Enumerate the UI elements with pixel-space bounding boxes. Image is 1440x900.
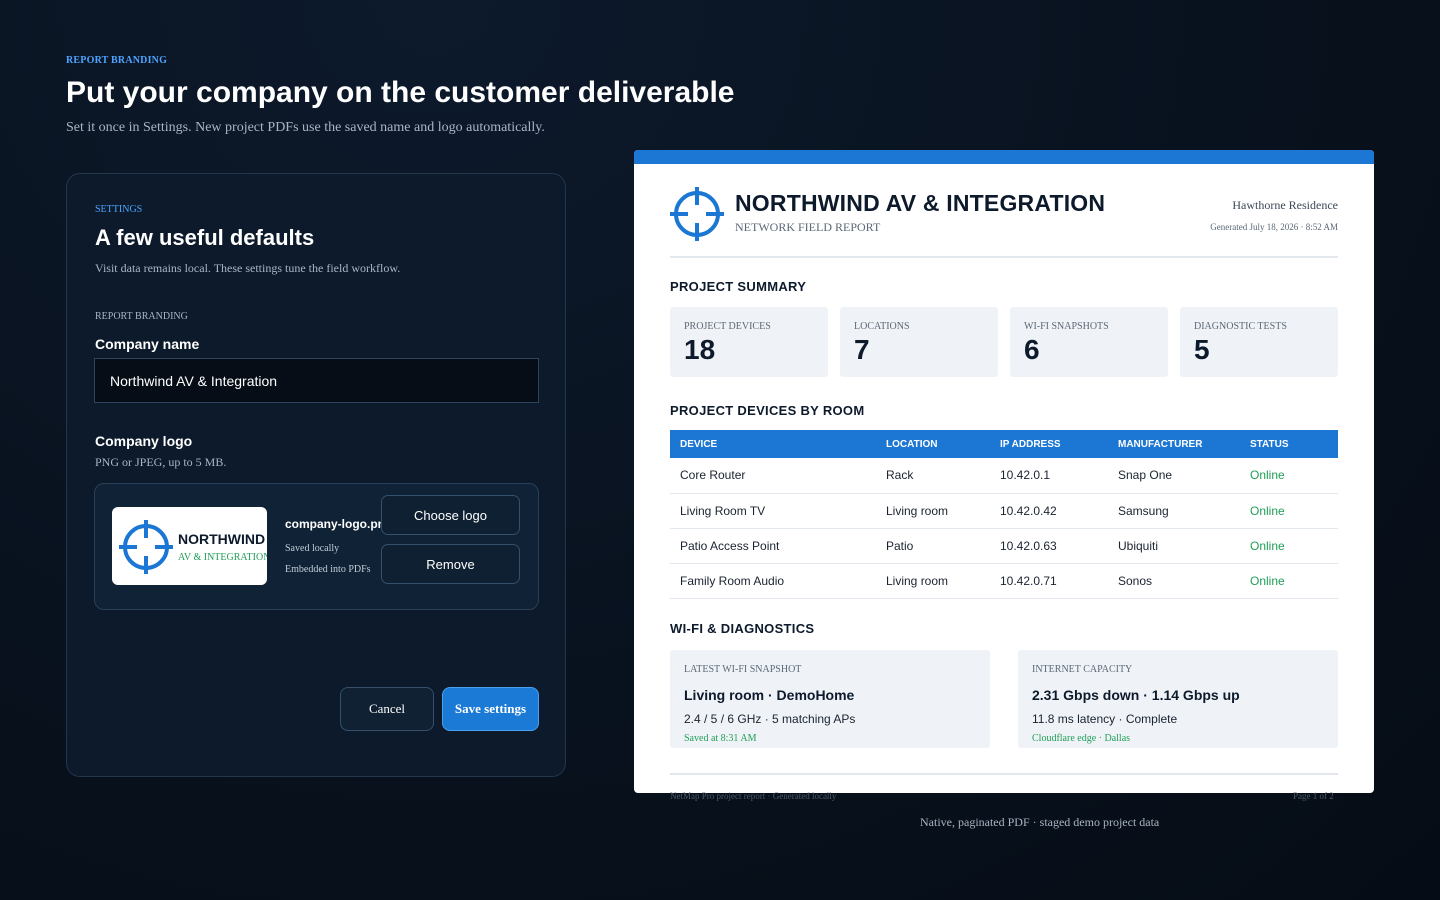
table-row: Family Room Audio Living room 10.42.0.71… — [670, 563, 1338, 599]
cell-manufacturer: Samsung — [1108, 493, 1240, 529]
settings-eyebrow: SETTINGS — [95, 204, 143, 215]
cell-device: Patio Access Point — [670, 528, 876, 564]
logo-file-name: company-logo.png — [285, 517, 381, 531]
stat-diagnostic-tests: DIAGNOSTIC TESTS 5 — [1180, 307, 1338, 377]
cell-location: Rack — [876, 458, 990, 494]
report-generated-date: Generated July 18, 2026 · 8:52 AM — [1210, 222, 1338, 232]
report-footer-right: Page 1 of 2 — [1293, 791, 1334, 801]
logo-upload-box: NORTHWIND AV & INTEGRATION company-logo.… — [94, 483, 539, 610]
project-summary-heading: PROJECT SUMMARY — [670, 279, 807, 294]
stat-value: 6 — [1024, 334, 1040, 365]
card-title: 2.31 Gbps down · 1.14 Gbps up — [1032, 687, 1240, 703]
table-row: Patio Access Point Patio 10.42.0.63 Ubiq… — [670, 528, 1338, 564]
logo-preview-tagline: AV & INTEGRATION — [178, 552, 267, 563]
stat-label: LOCATIONS — [854, 321, 910, 332]
stat-wifi-snapshots: WI-FI SNAPSHOTS 6 — [1010, 307, 1168, 377]
stat-label: DIAGNOSTIC TESTS — [1194, 321, 1287, 332]
card-meta: Saved at 8:31 AM — [684, 733, 757, 744]
report-accent-bar — [634, 150, 1374, 164]
card-meta: Cloudflare edge · Dallas — [1032, 733, 1131, 744]
logo-preview: NORTHWIND AV & INTEGRATION — [112, 507, 267, 585]
cell-location: Living room — [876, 493, 990, 529]
stat-label: WI-FI SNAPSHOTS — [1024, 321, 1109, 332]
stat-locations: LOCATIONS 7 — [840, 307, 998, 377]
card-detail: 2.4 / 5 / 6 GHz · 5 matching APs — [684, 712, 856, 726]
column-header-ip-address: IP ADDRESS — [990, 430, 1108, 458]
company-name-label: Company name — [95, 336, 200, 352]
card-label: LATEST WI-FI SNAPSHOT — [684, 664, 802, 675]
settings-title: A few useful defaults — [95, 225, 315, 250]
internet-capacity-card: INTERNET CAPACITY 2.31 Gbps down · 1.14 … — [1018, 650, 1338, 748]
cell-device: Living Room TV — [670, 493, 876, 529]
card-label: INTERNET CAPACITY — [1032, 664, 1133, 675]
report-footer-left: NetMap Pro project report · Generated lo… — [670, 791, 837, 801]
crosshair-icon — [670, 187, 724, 241]
devices-by-room-heading: PROJECT DEVICES BY ROOM — [670, 403, 865, 418]
column-header-device: DEVICE — [670, 430, 876, 458]
cell-manufacturer: Snap One — [1108, 458, 1240, 494]
save-settings-button[interactable]: Save settings — [442, 687, 539, 731]
stat-label: PROJECT DEVICES — [684, 321, 771, 332]
wifi-diagnostics-heading: WI-FI & DIAGNOSTICS — [670, 621, 815, 636]
crosshair-icon — [119, 520, 173, 574]
cell-device: Family Room Audio — [670, 563, 876, 599]
hero-eyebrow: REPORT BRANDING — [66, 55, 168, 66]
cell-location: Living room — [876, 563, 990, 599]
report-company-name: NORTHWIND AV & INTEGRATION — [735, 190, 1106, 216]
divider — [670, 773, 1338, 775]
cell-status: Online — [1240, 563, 1338, 599]
company-name-input[interactable] — [94, 358, 539, 403]
section-label-report-branding: REPORT BRANDING — [95, 311, 188, 322]
cancel-button[interactable]: Cancel — [340, 687, 434, 731]
stat-value: 18 — [684, 334, 716, 365]
report-project-name: Hawthorne Residence — [1232, 198, 1338, 212]
page-title: Put your company on the customer deliver… — [66, 76, 735, 109]
column-header-location: LOCATION — [876, 430, 990, 458]
cell-ip-address: 10.42.0.42 — [990, 493, 1108, 529]
settings-panel: SETTINGS A few useful defaults Visit dat… — [66, 173, 566, 777]
company-logo-label: Company logo — [95, 433, 193, 449]
wifi-snapshot-card: LATEST WI-FI SNAPSHOT Living room · Demo… — [670, 650, 990, 748]
stat-value: 7 — [854, 334, 870, 365]
cell-status: Online — [1240, 458, 1338, 494]
table-row: Core Router Rack 10.42.0.1 Snap One Onli… — [670, 458, 1338, 494]
table-row: Living Room TV Living room 10.42.0.42 Sa… — [670, 493, 1338, 529]
stat-value: 5 — [1194, 334, 1210, 365]
table-header-row: DEVICE LOCATION IP ADDRESS MANUFACTURER … — [670, 430, 1338, 458]
remove-logo-button[interactable]: Remove — [381, 544, 520, 584]
logo-file-saved: Saved locally — [285, 543, 340, 554]
card-detail: 11.8 ms latency · Complete — [1032, 712, 1178, 726]
page-subtitle: Set it once in Settings. New project PDF… — [66, 120, 545, 135]
cell-location: Patio — [876, 528, 990, 564]
cell-manufacturer: Ubiquiti — [1108, 528, 1240, 564]
logo-file-embedded: Embedded into PDFs — [285, 564, 371, 575]
preview-caption: Native, paginated PDF · staged demo proj… — [920, 815, 1160, 829]
company-logo-hint: PNG or JPEG, up to 5 MB. — [95, 455, 227, 469]
cell-status: Online — [1240, 528, 1338, 564]
cell-ip-address: 10.42.0.63 — [990, 528, 1108, 564]
column-header-manufacturer: MANUFACTURER — [1108, 430, 1240, 458]
cell-ip-address: 10.42.0.71 — [990, 563, 1108, 599]
column-header-status: STATUS — [1240, 430, 1338, 458]
report-subtitle: NETWORK FIELD REPORT — [735, 220, 881, 234]
cell-status: Online — [1240, 493, 1338, 529]
card-title: Living room · DemoHome — [684, 687, 855, 703]
report-preview: NORTHWIND AV & INTEGRATION NETWORK FIELD… — [634, 150, 1374, 793]
cell-device: Core Router — [670, 458, 876, 494]
cell-ip-address: 10.42.0.1 — [990, 458, 1108, 494]
devices-table: DEVICE LOCATION IP ADDRESS MANUFACTURER … — [670, 430, 1338, 599]
stat-project-devices: PROJECT DEVICES 18 — [670, 307, 828, 377]
settings-description: Visit data remains local. These settings… — [95, 261, 401, 275]
divider — [670, 256, 1338, 258]
cell-manufacturer: Sonos — [1108, 563, 1240, 599]
choose-logo-button[interactable]: Choose logo — [381, 495, 520, 535]
logo-preview-name: NORTHWIND — [178, 531, 266, 547]
